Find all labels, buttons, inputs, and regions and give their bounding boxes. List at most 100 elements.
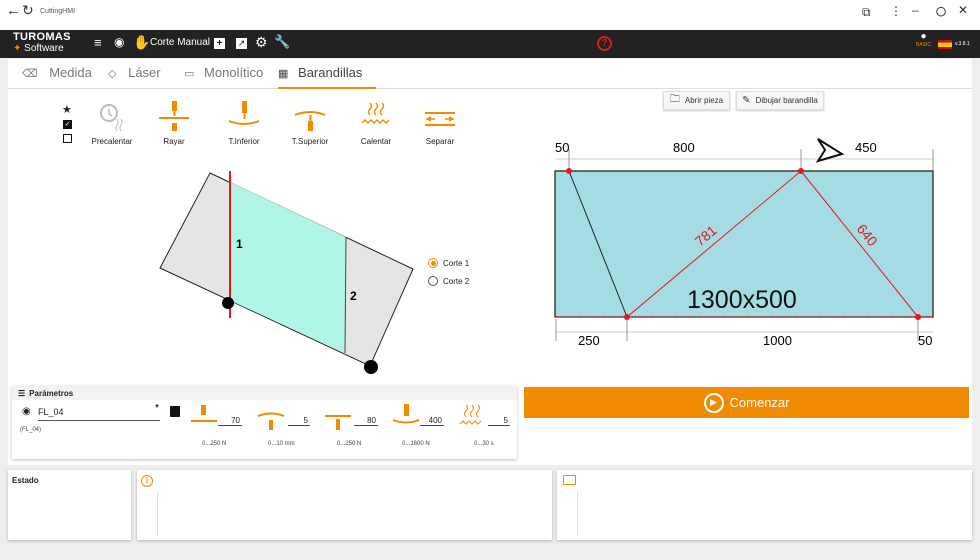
tool-t-inferior[interactable]: T.Inferior xyxy=(222,99,266,146)
bottom-dim-2: 1000 xyxy=(763,333,792,348)
bottom-dim-3: 50 xyxy=(918,333,932,348)
tab-medida[interactable]: ⌫ Medida xyxy=(22,59,94,89)
railing-drawing: 50 800 450 781 640 1300x500 250 1000 50 xyxy=(554,138,934,348)
tab-monolitico[interactable]: ▭ Monolítico xyxy=(184,59,268,89)
user-icon: ● xyxy=(920,31,927,42)
separate-icon xyxy=(425,112,455,126)
heat-time-input[interactable]: 5 xyxy=(488,416,510,426)
cut-option-1[interactable]: Corte 1 xyxy=(428,258,469,268)
user-role: BASIC xyxy=(916,42,932,48)
extensions-icon[interactable]: ⧉ xyxy=(862,5,871,20)
checked-box-icon[interactable]: ✓ xyxy=(63,120,72,129)
language-flag-icon[interactable] xyxy=(938,40,952,49)
tab-barandillas[interactable]: ▦ Barandillas xyxy=(278,59,376,89)
pivot-point-1 xyxy=(222,297,234,309)
play-circle-icon: ▶ xyxy=(703,392,724,413)
top-dim-1: 50 xyxy=(555,140,569,155)
main-panel: ★ ✓ Precalentar Rayar T.Inferior T.Super… xyxy=(8,89,972,465)
glass-cut-preview: 1 2 xyxy=(159,171,414,374)
ruler-icon: ⌫ xyxy=(22,68,38,80)
parameters-header: ☰ Parámetros xyxy=(12,386,517,400)
hamburger-menu-icon[interactable]: ≡ xyxy=(94,35,102,50)
cut-label-2: 2 xyxy=(350,289,357,303)
tool-calentar[interactable]: Calentar xyxy=(354,99,398,146)
start-button[interactable]: ▶ Comenzar xyxy=(524,387,969,418)
program-select[interactable]: FL_04 ▼ xyxy=(38,404,160,421)
info-divider xyxy=(157,492,158,536)
offset-icon xyxy=(257,412,285,430)
parameters-card: ☰ Parámetros ◉ FL_04 ▼ (FL_04) 70 0...250… xyxy=(12,386,517,459)
user-badge[interactable]: ● BASIC xyxy=(916,31,932,49)
status-title: Estado xyxy=(12,476,39,485)
heat-time-icon xyxy=(459,404,482,425)
back-arrow-icon[interactable]: ← xyxy=(6,2,21,19)
edit-icon: ✎ xyxy=(742,95,751,106)
wrench-icon[interactable]: 🔧 xyxy=(274,34,290,50)
cut-label-1: 1 xyxy=(236,237,243,251)
mode-label[interactable]: Corte Manual xyxy=(150,37,210,48)
draw-railing-button[interactable]: ✎ Dibujar barandilla xyxy=(736,91,824,110)
radio-empty-icon xyxy=(428,276,438,286)
tool-separar[interactable]: Separar xyxy=(418,99,462,146)
railing-icon: ▦ xyxy=(278,68,289,80)
pointer-cursor-icon xyxy=(815,138,845,163)
upper-break-pressure-range: 0...250 N xyxy=(337,441,362,447)
empty-box-icon[interactable] xyxy=(63,134,72,143)
score-pressure-range: 0...250 N xyxy=(202,441,227,447)
messages-icon xyxy=(563,475,576,485)
tool-precalentar[interactable]: Precalentar xyxy=(88,99,136,146)
offset-range: 0...10 mm xyxy=(268,441,295,447)
info-icon: i xyxy=(141,475,153,487)
folder-icon: 🗀 xyxy=(669,94,680,105)
minimize-icon[interactable]: – xyxy=(912,3,919,17)
maximize-icon[interactable]: ◯ xyxy=(936,6,946,17)
window-titlebar: ← ↻ CuttingHMI ⧉ ⋮ – ◯ ✕ xyxy=(0,0,980,30)
offset-input[interactable]: 5 xyxy=(288,416,310,426)
dropdown-arrow-icon: ▼ xyxy=(154,404,160,410)
tune-icon: ☰ xyxy=(18,389,26,398)
hand-icon: ✋ xyxy=(133,34,151,50)
eye-icon[interactable]: ◉ xyxy=(22,406,31,417)
score-pressure-icon xyxy=(191,405,217,422)
preheat-icon xyxy=(100,104,123,132)
play-circle-icon[interactable]: ◉ xyxy=(114,35,124,49)
gear-icon[interactable]: ⚙ xyxy=(255,34,268,51)
chart-icon[interactable]: ↗ xyxy=(236,38,247,49)
help-icon[interactable]: ? xyxy=(597,36,612,51)
add-box-icon[interactable]: + xyxy=(214,38,225,49)
star-icon[interactable]: ★ xyxy=(62,103,72,116)
radio-selected-icon xyxy=(428,258,438,268)
heat-time-range: 0...30 s xyxy=(474,441,494,447)
pivot-point-2 xyxy=(364,360,378,374)
window-title: CuttingHMI xyxy=(40,8,76,15)
open-piece-button[interactable]: 🗀 Abrir pieza xyxy=(663,91,730,110)
tool-rayar[interactable]: Rayar xyxy=(154,99,194,146)
refresh-icon[interactable]: ↻ xyxy=(22,2,34,19)
save-icon[interactable] xyxy=(170,406,180,417)
close-icon[interactable]: ✕ xyxy=(958,3,968,17)
program-sub: (FL_04) xyxy=(20,427,42,433)
upper-break-pressure-input[interactable]: 80 xyxy=(354,416,378,426)
messages-panel xyxy=(557,470,972,540)
app-header: TUROMAS ✦ Software ≡ ◉ ✋ Corte Manual + … xyxy=(0,30,980,58)
info-panel: i xyxy=(137,470,552,540)
brand-name: TUROMAS xyxy=(13,31,71,43)
cut-option-2[interactable]: Corte 2 xyxy=(428,276,469,286)
upper-break-pressure-icon xyxy=(325,415,351,430)
top-dim-2: 800 xyxy=(673,140,695,155)
lower-break-pressure-input[interactable]: 400 xyxy=(420,416,444,426)
tool-t-superior[interactable]: T.Superior xyxy=(288,99,332,146)
score-pressure-input[interactable]: 70 xyxy=(218,416,242,426)
score-icon xyxy=(159,101,189,131)
lower-break-pressure-range: 0...1600 N xyxy=(402,441,430,447)
tab-bar: ⌫ Medida ◇ Láser ▭ Monolítico ▦ Barandil… xyxy=(8,59,972,89)
heat-icon xyxy=(361,102,390,124)
panel-icon: ▭ xyxy=(184,68,195,80)
tab-laser[interactable]: ◇ Láser xyxy=(108,59,176,89)
menu-dots-icon[interactable]: ⋮ xyxy=(890,4,902,18)
messages-divider xyxy=(577,492,578,536)
brand-logo: TUROMAS ✦ Software xyxy=(13,31,71,55)
version-label: v.3.8.1 xyxy=(955,41,970,47)
upper-break-icon xyxy=(294,111,326,131)
status-panel: Estado xyxy=(8,470,131,540)
